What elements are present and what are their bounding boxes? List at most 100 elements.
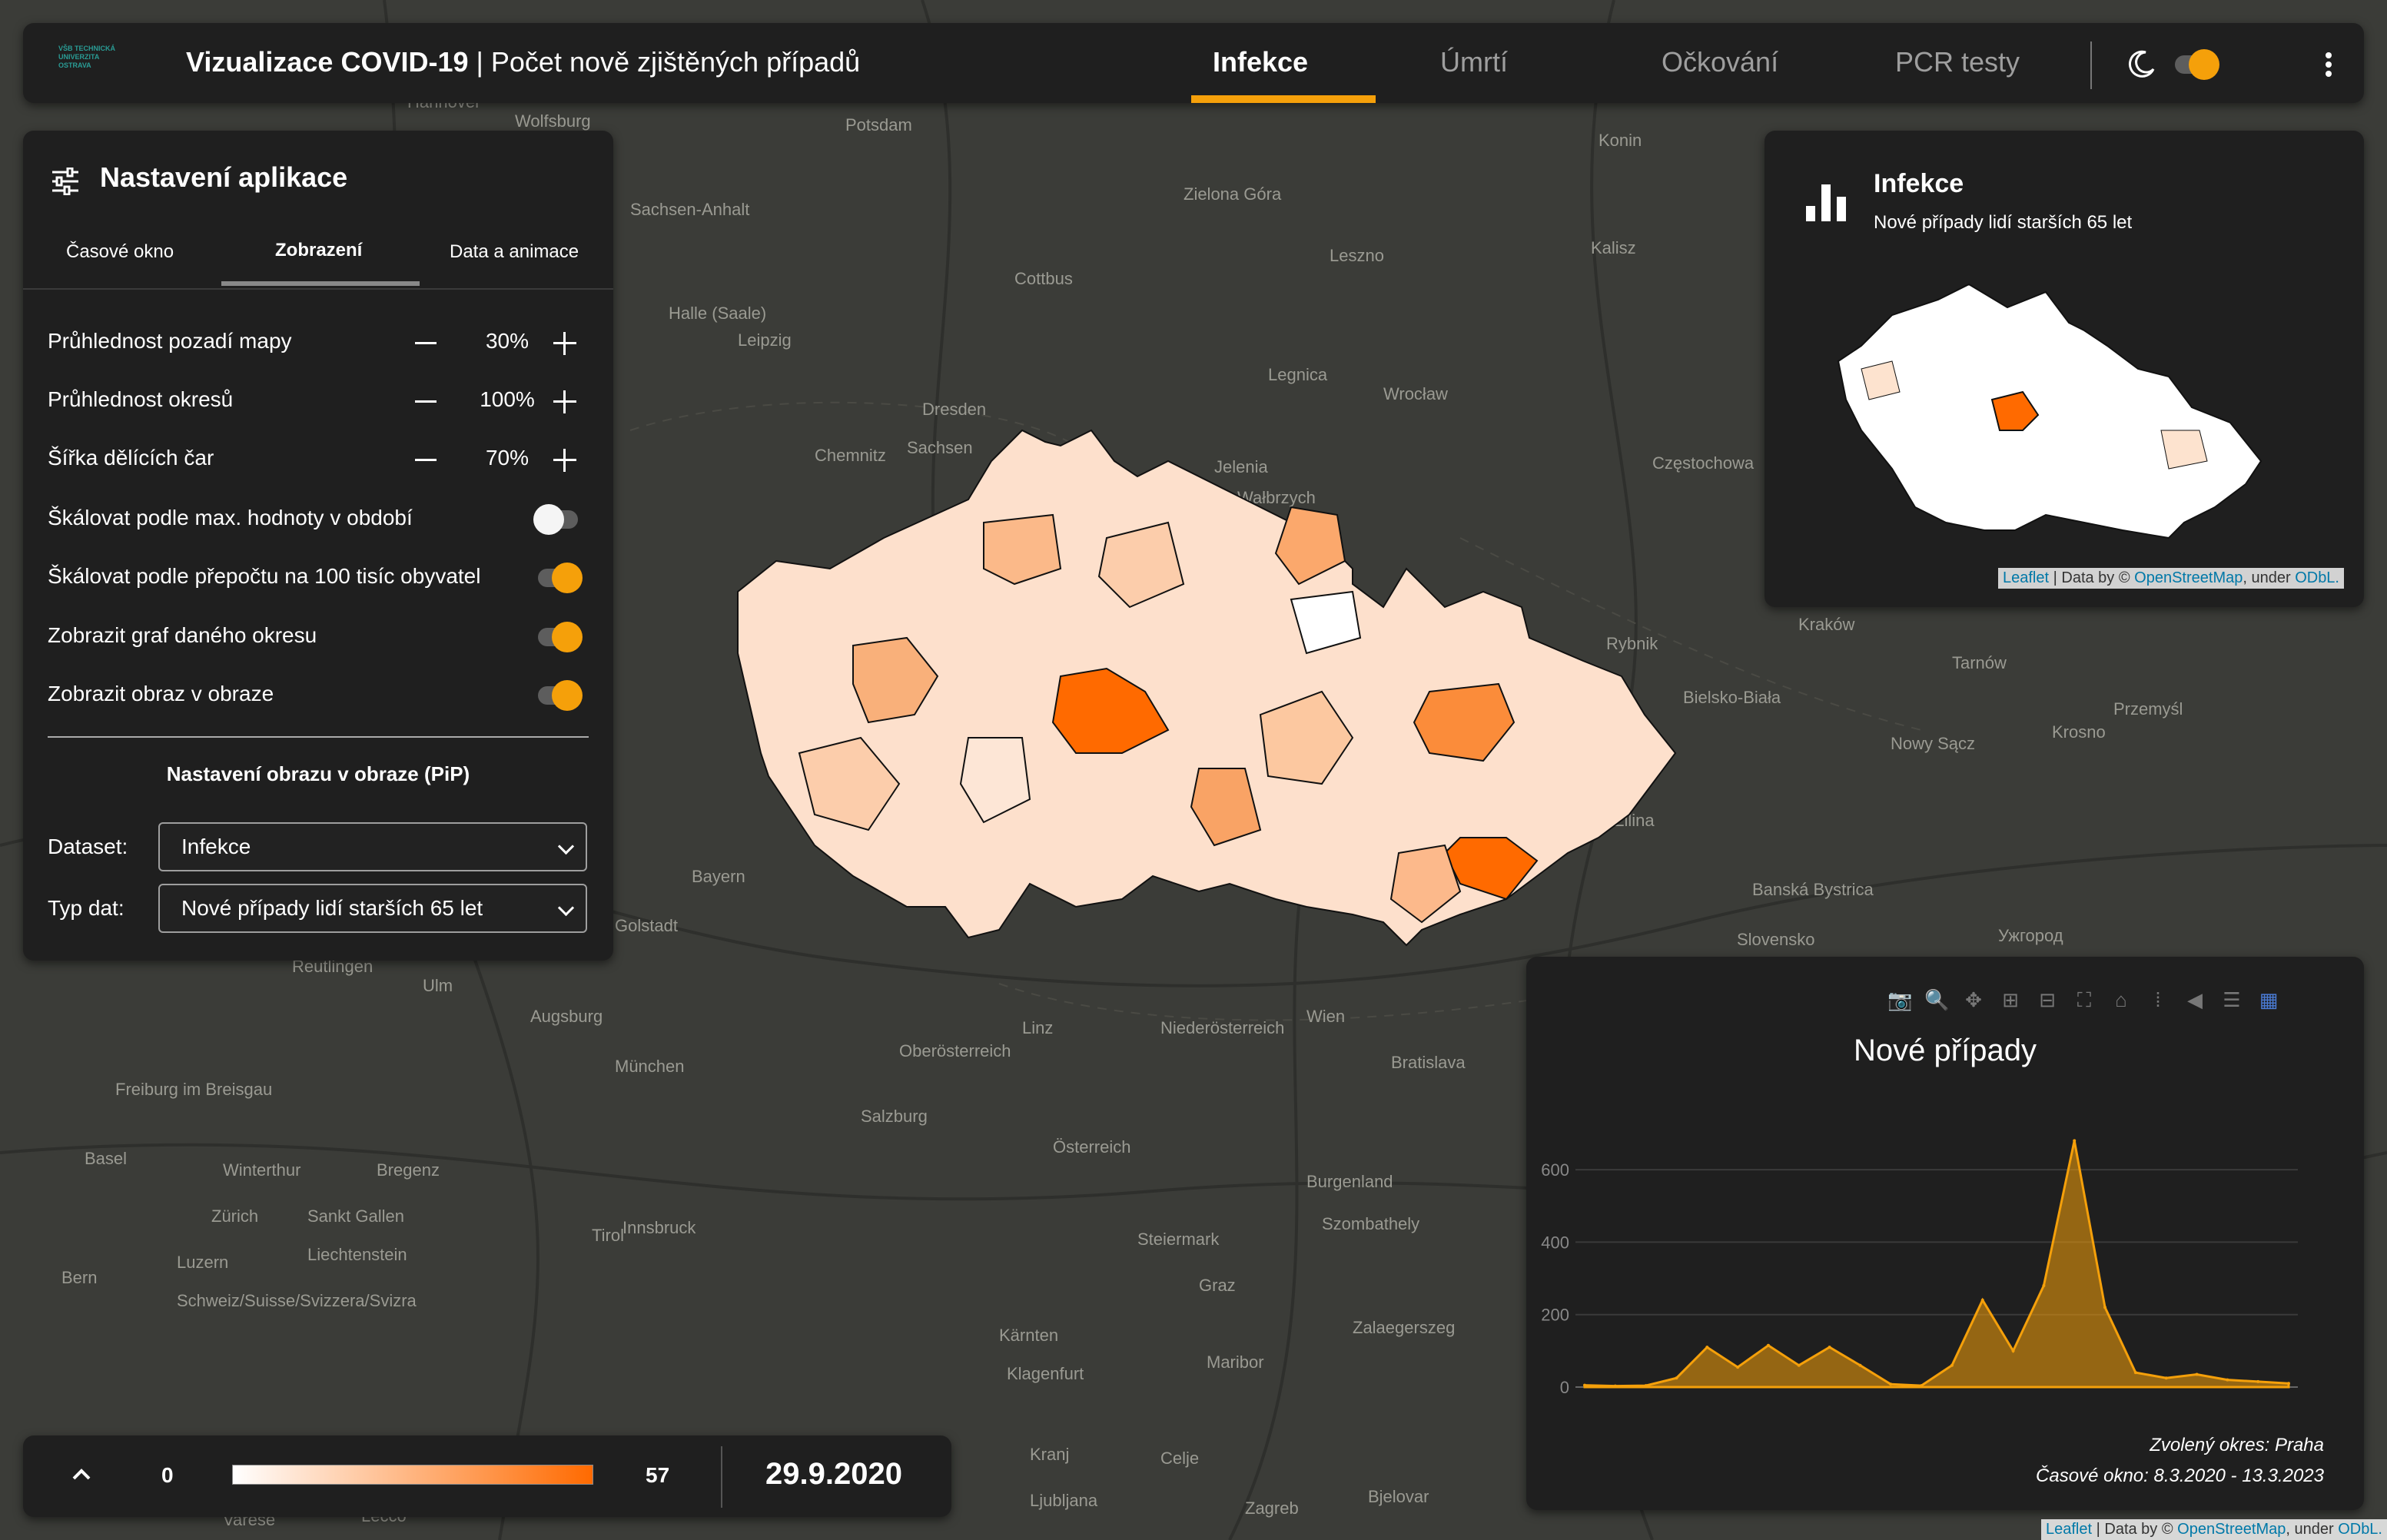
data-point[interactable] [1889, 1382, 1893, 1386]
scale-per-100k-toggle[interactable] [538, 563, 583, 593]
scale-max-toggle[interactable] [533, 504, 578, 535]
data-point[interactable] [1920, 1384, 1924, 1388]
map-place-label: Augsburg [530, 1007, 603, 1026]
odbl-link[interactable]: ODbL. [2295, 569, 2339, 586]
tab-umrti[interactable]: Úmrtí [1440, 46, 1508, 78]
dataset-select-value: Infekce [181, 835, 251, 858]
map-place-label: Bielsko-Biała [1683, 688, 1781, 707]
data-point[interactable] [1828, 1346, 1831, 1349]
data-point[interactable] [2256, 1379, 2260, 1383]
subtab-casove-okno[interactable]: Časové okno [66, 241, 174, 263]
map-place-label: Österreich [1053, 1137, 1130, 1157]
data-point[interactable] [1613, 1384, 1617, 1388]
data-point[interactable] [1705, 1346, 1709, 1349]
data-point[interactable] [1675, 1376, 1678, 1380]
show-district-chart-toggle[interactable] [538, 622, 583, 652]
pip-czechia-outline [1837, 283, 2263, 539]
legend-max: 57 [646, 1463, 670, 1487]
data-point[interactable] [2103, 1306, 2107, 1309]
map-place-label: Ужгород [1998, 926, 2063, 945]
map-place-label: Basel [85, 1149, 127, 1168]
y-tick-label: 600 [1541, 1160, 1569, 1180]
map-place-label: Luzern [177, 1253, 228, 1272]
map-place-label: Golstadt [615, 916, 678, 935]
osm-link[interactable]: OpenStreetMap [2134, 569, 2243, 586]
dark-mode-toggle[interactable] [2175, 49, 2219, 80]
map-place-label: Przemyśl [2113, 699, 2183, 719]
map-place-label: Schweiz/Suisse/Svizzera/Svizra [177, 1291, 417, 1310]
series-area[interactable] [1583, 1140, 2290, 1389]
attribution-text: , under [2286, 1521, 2339, 1538]
data-point[interactable] [1766, 1343, 1770, 1347]
tab-ockovani[interactable]: Očkování [1662, 46, 1778, 78]
data-point[interactable] [1980, 1298, 1984, 1302]
more-vert-icon[interactable] [2321, 49, 2336, 80]
data-point[interactable] [2133, 1371, 2137, 1375]
stepper-label: Průhlednost pozadí mapy [48, 329, 292, 353]
datatype-select-value: Nové případy lidí starších 65 let [181, 896, 483, 920]
data-point[interactable] [2164, 1376, 2168, 1380]
map-place-label: Freiburg im Breisgau [115, 1080, 272, 1099]
map-place-label: Kärnten [999, 1326, 1058, 1345]
leaflet-link[interactable]: Leaflet [2046, 1521, 2092, 1538]
chevron-down-icon [557, 838, 575, 855]
pip-subtitle: Nové případy lidí starších 65 let [1874, 212, 2133, 233]
map-place-label: Linz [1022, 1018, 1053, 1037]
map-place-label: Ljubljana [1030, 1491, 1098, 1510]
map-place-label: Częstochowa [1652, 453, 1755, 473]
data-point[interactable] [2287, 1382, 2290, 1386]
vsb-logo: VŠB TECHNICKÁ UNIVERZITA OSTRAVA [58, 45, 143, 83]
pip-panel[interactable]: Infekce Nové případy lidí starších 65 le… [1765, 131, 2364, 607]
picture-in-picture-toggle[interactable] [538, 680, 583, 711]
odbl-link[interactable]: ODbL. [2338, 1521, 2382, 1538]
tab-pcr-testy[interactable]: PCR testy [1895, 46, 2020, 78]
map-place-label: Szombathely [1322, 1214, 1419, 1233]
data-point[interactable] [1950, 1363, 1954, 1367]
data-point[interactable] [2195, 1372, 2199, 1376]
plus-button[interactable] [553, 390, 576, 413]
data-point[interactable] [1644, 1384, 1648, 1388]
stepper-label: Průhlednost okresů [48, 387, 234, 411]
toggle-label: Škálovat podle max. hodnoty v období [48, 506, 413, 529]
plus-button[interactable] [553, 449, 576, 472]
map-place-label: Salzburg [861, 1107, 928, 1126]
stepper-value: 100% [480, 387, 535, 411]
district-chart-panel: 📷 🔍 ✥ ⊞ ⊟ ⛶ ⌂ ⁞ ◀ ☰ ▦ Nové případy 0 200 400 600 Zvol… [1526, 957, 2364, 1510]
tab-infekce[interactable]: Infekce [1213, 46, 1308, 78]
subtab-data-a-animace[interactable]: Data a animace [450, 241, 579, 263]
map-place-label: Bayern [692, 867, 745, 886]
data-point[interactable] [2011, 1349, 2015, 1352]
leaflet-link[interactable]: Leaflet [2003, 569, 2049, 586]
minus-button[interactable] [415, 459, 437, 461]
map-place-label: Banská Bystrica [1752, 880, 1874, 899]
app-subtitle: Počet nově zjištěných případů [490, 46, 861, 78]
dataset-label: Dataset: [48, 835, 128, 858]
map-place-label: Sachsen-Anhalt [630, 200, 749, 219]
data-point[interactable] [2042, 1284, 2046, 1287]
chevron-down-icon [557, 899, 575, 917]
map-place-label: Winterthur [223, 1160, 300, 1180]
map-place-label: Bratislava [1391, 1053, 1466, 1072]
cases-chart[interactable]: 0 200 400 600 [1526, 957, 2364, 1510]
plus-button[interactable] [553, 332, 576, 355]
osm-link[interactable]: OpenStreetMap [2177, 1521, 2286, 1538]
logo-line: VŠB TECHNICKÁ [58, 45, 116, 52]
data-point[interactable] [2073, 1139, 2077, 1143]
chevron-up-icon[interactable] [71, 1466, 92, 1482]
minus-button[interactable] [415, 342, 437, 344]
data-point[interactable] [1736, 1366, 1740, 1369]
map-place-label: Zagreb [1245, 1499, 1299, 1518]
data-point[interactable] [2226, 1378, 2229, 1382]
bar-chart-icon [1806, 184, 1846, 221]
data-point[interactable] [1797, 1363, 1801, 1367]
toggle-label: Zobrazit graf daného okresu [48, 623, 317, 647]
data-point[interactable] [1583, 1383, 1586, 1387]
map-place-label: Graz [1199, 1276, 1236, 1295]
map-place-label: Wrocław [1383, 384, 1448, 403]
map-place-label: Burgenland [1306, 1172, 1393, 1191]
subtab-zobrazeni[interactable]: Zobrazení [275, 240, 362, 261]
datatype-select[interactable]: Nové případy lidí starších 65 let [158, 884, 587, 933]
data-point[interactable] [1858, 1363, 1862, 1367]
minus-button[interactable] [415, 400, 437, 403]
dataset-select[interactable]: Infekce [158, 822, 587, 871]
